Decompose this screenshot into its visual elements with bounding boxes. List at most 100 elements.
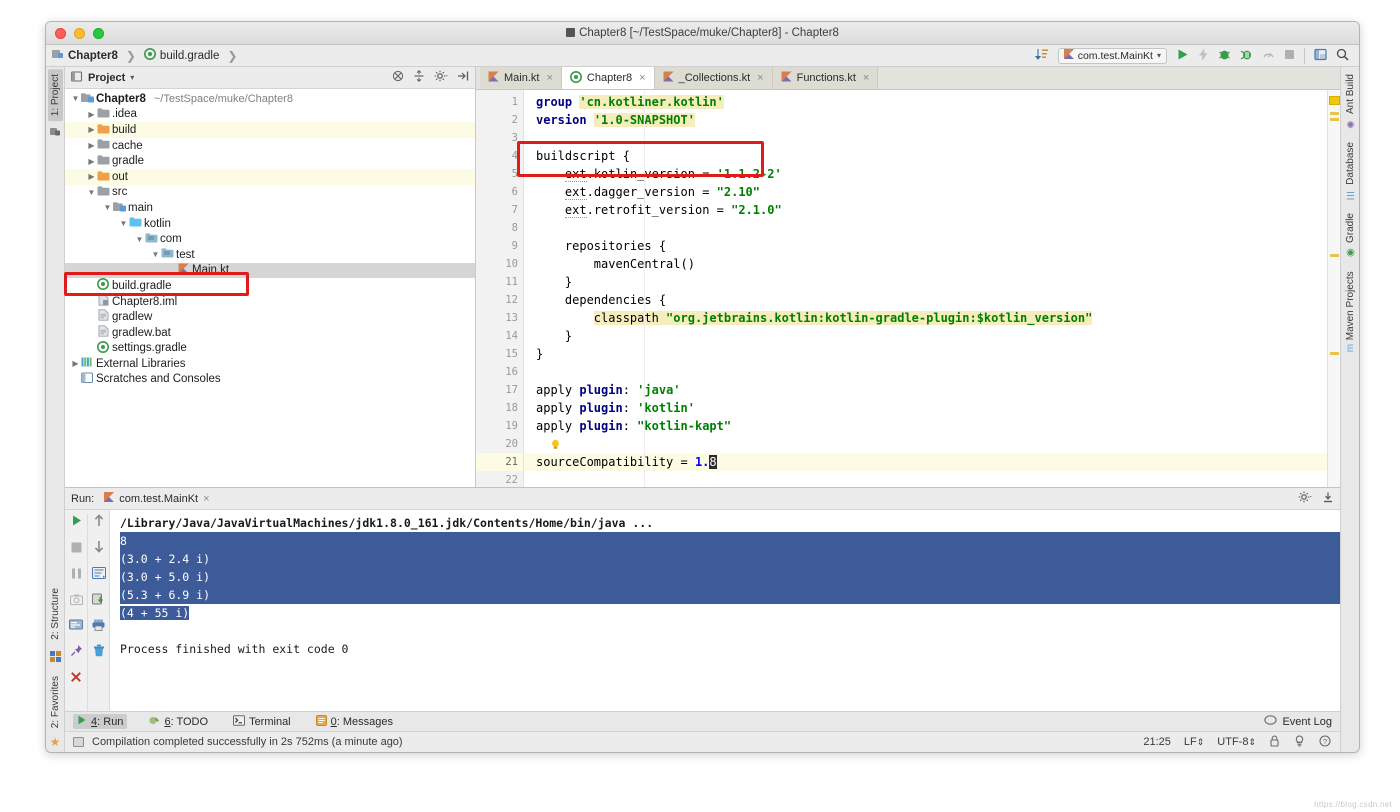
line-number[interactable]: 1 bbox=[476, 93, 523, 111]
editor-tab-functions-kt[interactable]: Functions.kt × bbox=[772, 67, 879, 89]
sidebar-item-ant-build[interactable]: ✺ Ant Build bbox=[1343, 69, 1358, 134]
lock-icon[interactable] bbox=[1269, 735, 1280, 750]
close-icon[interactable]: × bbox=[639, 72, 645, 84]
line-number[interactable]: 20 bbox=[476, 435, 523, 453]
console-icon[interactable] bbox=[69, 618, 83, 636]
chevron-down-icon[interactable]: ▼ bbox=[135, 235, 144, 244]
line-number[interactable]: 16 bbox=[476, 363, 523, 381]
console-line[interactable]: (3.0 + 5.0 i) bbox=[120, 568, 1340, 586]
tree-node-chapter8[interactable]: ▼ Chapter8 ~/TestSpace/muke/Chapter8 bbox=[65, 91, 475, 107]
status-time[interactable]: 21:25 bbox=[1143, 736, 1171, 748]
debug-icon[interactable] bbox=[1218, 48, 1231, 64]
breadcrumb-item-project[interactable]: Chapter8 bbox=[68, 50, 118, 62]
marker-warning[interactable] bbox=[1330, 254, 1339, 257]
chevron-right-icon[interactable]: ▶ bbox=[87, 141, 96, 150]
editor-gutter[interactable]: 1 2 3 4 5 6 7 8 9 10 11 12 13 14 15 16 17 18 19 20 21 22 bbox=[476, 90, 524, 487]
coverage-icon[interactable] bbox=[1240, 48, 1253, 64]
print-icon[interactable] bbox=[92, 618, 105, 636]
console-line[interactable]: (4 + 55 i) bbox=[120, 604, 1340, 622]
chevron-down-icon[interactable]: ▾ bbox=[1157, 51, 1161, 60]
line-number[interactable]: 7 bbox=[476, 201, 523, 219]
tree-node-scratches-and-consoles[interactable]: Scratches and Consoles bbox=[65, 372, 475, 388]
build-icon[interactable] bbox=[1198, 47, 1209, 64]
sort-icon[interactable] bbox=[1034, 48, 1049, 64]
chevron-down-icon[interactable]: ▼ bbox=[71, 94, 80, 103]
layout-icon[interactable] bbox=[1304, 47, 1327, 64]
chevron-down-icon[interactable]: ▼ bbox=[103, 203, 112, 212]
expand-all-icon[interactable] bbox=[413, 70, 425, 85]
sidebar-item-project[interactable]: 1: Project bbox=[47, 69, 63, 122]
trash-icon[interactable] bbox=[93, 644, 105, 662]
line-number[interactable]: 12 bbox=[476, 291, 523, 309]
tree-node-com[interactable]: ▼ com bbox=[65, 231, 475, 247]
collapse-all-icon[interactable] bbox=[392, 70, 404, 85]
tree-node-out[interactable]: ▶ out bbox=[65, 168, 475, 185]
close-icon[interactable]: × bbox=[863, 72, 869, 84]
line-number[interactable]: 11 bbox=[476, 273, 523, 291]
editor-tab-chapter8[interactable]: Chapter8 × bbox=[561, 67, 655, 89]
close-icon[interactable]: × bbox=[757, 72, 763, 84]
project-panel-title-group[interactable]: Project ▾ bbox=[70, 70, 134, 85]
tree-node-gradlew-bat[interactable]: gradlew.bat bbox=[65, 325, 475, 341]
run-configuration-selector[interactable]: com.test.MainKt ▾ bbox=[1057, 47, 1167, 64]
chevron-right-icon[interactable]: ▶ bbox=[87, 125, 96, 134]
chevron-right-icon[interactable]: ▶ bbox=[87, 110, 96, 119]
hide-icon[interactable] bbox=[457, 70, 469, 85]
breadcrumb[interactable]: Chapter8 ❯ build.gradle ❯ bbox=[52, 48, 241, 63]
chevron-right-icon[interactable]: ▶ bbox=[87, 157, 96, 166]
breadcrumb-item-file[interactable]: build.gradle bbox=[160, 50, 219, 62]
editor-code[interactable]: group 'cn.kotliner.kotlin'version '1.0-S… bbox=[524, 90, 1327, 487]
editor-tab-main-kt[interactable]: Main.kt × bbox=[480, 67, 562, 89]
status-encoding[interactable]: UTF-8⇕ bbox=[1217, 736, 1256, 748]
editor-tabs[interactable]: Main.kt × Chapter8 × _Collections.kt × Functio… bbox=[476, 67, 1340, 90]
export-icon[interactable] bbox=[92, 592, 105, 610]
line-number[interactable]: 18 bbox=[476, 399, 523, 417]
line-number[interactable]: 8 bbox=[476, 219, 523, 237]
console-line[interactable]: (5.3 + 6.9 i) bbox=[120, 586, 1340, 604]
search-icon[interactable] bbox=[1336, 48, 1349, 64]
run-console-output[interactable]: /Library/Java/JavaVirtualMachines/jdk1.8… bbox=[110, 510, 1340, 711]
tree-node-chapter8-iml[interactable]: Chapter8.iml bbox=[65, 294, 475, 310]
line-number[interactable]: 14 bbox=[476, 327, 523, 345]
status-line-separator[interactable]: LF⇕ bbox=[1184, 736, 1204, 748]
line-number[interactable]: 15 bbox=[476, 345, 523, 363]
marker-warning[interactable] bbox=[1330, 118, 1339, 121]
sidebar-item-favorites[interactable]: 2: Favorites bbox=[48, 671, 63, 733]
sidebar-item-maven-projects[interactable]: m Maven Projects bbox=[1343, 266, 1358, 357]
pin-icon[interactable] bbox=[70, 644, 83, 662]
console-line[interactable]: /Library/Java/JavaVirtualMachines/jdk1.8… bbox=[120, 514, 1340, 532]
chevron-right-icon[interactable]: ▶ bbox=[71, 359, 80, 368]
line-number[interactable]: 17 bbox=[476, 381, 523, 399]
console-line[interactable]: 8 bbox=[120, 532, 1340, 550]
tree-node-main-kt[interactable]: Main.kt bbox=[65, 262, 475, 279]
lightbulb-icon[interactable] bbox=[550, 437, 561, 449]
sidebar-item-structure[interactable]: 2: Structure bbox=[48, 583, 63, 645]
tree-node-kotlin[interactable]: ▼ kotlin bbox=[65, 216, 475, 232]
sidebar-item-database[interactable]: ☰ Database bbox=[1343, 137, 1358, 205]
close-icon[interactable]: × bbox=[203, 493, 209, 505]
line-number[interactable]: 2 bbox=[476, 111, 523, 129]
line-number[interactable]: 9 bbox=[476, 237, 523, 255]
tool-window-run[interactable]: 4: Run bbox=[73, 714, 128, 729]
tree-node-gradlew[interactable]: gradlew bbox=[65, 309, 475, 325]
tool-window-messages[interactable]: 0: Messages bbox=[312, 714, 397, 730]
line-number[interactable]: 10 bbox=[476, 255, 523, 273]
tree-node-src[interactable]: ▼ src bbox=[65, 185, 475, 201]
line-number[interactable]: 6 bbox=[476, 183, 523, 201]
inspections-icon[interactable] bbox=[1293, 734, 1306, 750]
settings-icon[interactable] bbox=[434, 70, 448, 85]
settings-icon[interactable] bbox=[1298, 491, 1312, 506]
tree-node-gradle[interactable]: ▶ gradle bbox=[65, 153, 475, 169]
tool-window-todo[interactable]: 6: TODO bbox=[144, 714, 212, 730]
tree-node-settings-gradle[interactable]: settings.gradle bbox=[65, 340, 475, 357]
line-number[interactable]: 13 bbox=[476, 309, 523, 327]
line-number[interactable]: 19 bbox=[476, 417, 523, 435]
tree-node-external-libraries[interactable]: ▶ External Libraries bbox=[65, 356, 475, 372]
marker-warning[interactable] bbox=[1329, 96, 1340, 105]
event-log-button[interactable]: Event Log bbox=[1264, 714, 1332, 729]
run-icon[interactable] bbox=[1176, 48, 1189, 64]
tool-window-terminal[interactable]: Terminal bbox=[229, 714, 295, 730]
editor-tab-collections-kt[interactable]: _Collections.kt × bbox=[654, 67, 773, 89]
tree-node-test[interactable]: ▼ test bbox=[65, 247, 475, 263]
close-icon[interactable] bbox=[70, 670, 82, 688]
